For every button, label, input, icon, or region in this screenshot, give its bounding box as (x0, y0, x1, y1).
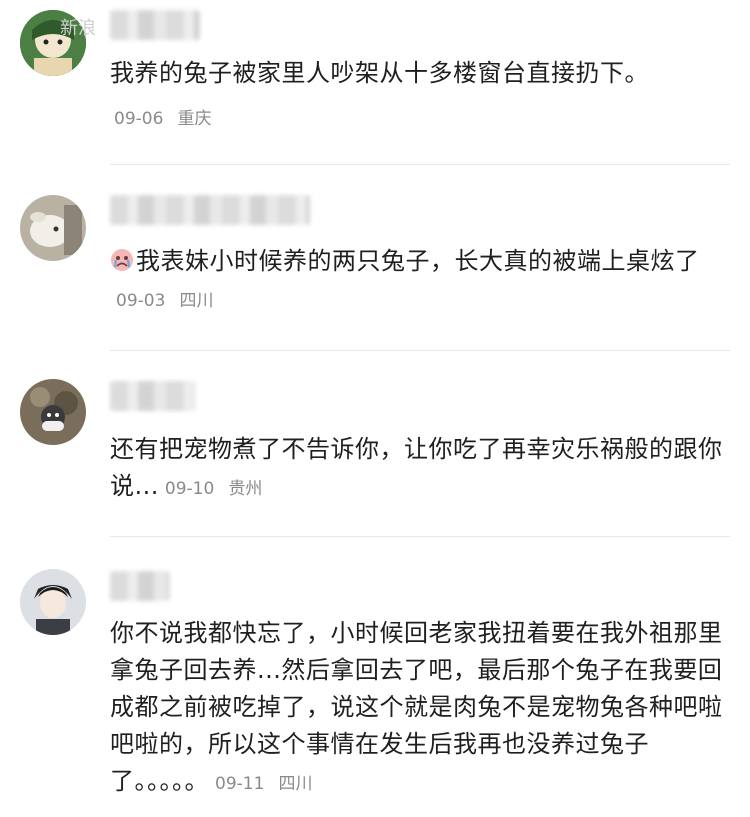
username-blurred[interactable] (110, 195, 310, 225)
watermark-text: 新浪 (60, 18, 96, 39)
comment-date: 09-11 (215, 774, 265, 794)
avatar[interactable] (20, 379, 86, 445)
comment-meta: 09-06 重庆 (110, 98, 730, 138)
comment-location: 贵州 (228, 479, 263, 499)
comment-item: 我表妹小时候养的两只兔子，长大真的被端上桌炫了 09-03 四川 (0, 165, 750, 351)
comment-text: 我表妹小时候养的两只兔子，长大真的被端上桌炫了 09-03 四川 (110, 243, 730, 320)
comment-location: 四川 (179, 291, 214, 311)
comment-location: 重庆 (177, 109, 212, 129)
comment-date: 09-03 (116, 291, 166, 311)
comment-date: 09-06 (114, 109, 164, 129)
comment-date: 09-10 (164, 479, 215, 499)
username-blurred[interactable] (110, 10, 200, 40)
comment-body: 我养的兔子被家里人吵架从十多楼窗台直接扔下。 (110, 59, 649, 87)
comment-item: 新浪 我养的兔子被家里人吵架从十多楼窗台直接扔下。 09-06 重庆 (0, 0, 750, 165)
comment-text: 我养的兔子被家里人吵架从十多楼窗台直接扔下。 (110, 55, 730, 92)
comment-body: 我表妹小时候养的两只兔子，长大真的被端上桌炫了 (136, 247, 700, 275)
comment-location: 四川 (278, 774, 313, 794)
avatar-image (20, 379, 86, 445)
avatar-image (20, 195, 86, 261)
comment-body: 你不说我都快忘了，小时候回老家我扭着要在我外祖那里拿兔子回去养...然后拿回去了… (110, 619, 723, 795)
comment-item: 你不说我都快忘了，小时候回老家我扭着要在我外祖那里拿兔子回去养...然后拿回去了… (0, 537, 750, 817)
crying-face-icon (110, 246, 134, 271)
comment-text: 你不说我都快忘了，小时候回老家我扭着要在我外祖那里拿兔子回去养...然后拿回去了… (110, 615, 730, 803)
username-blurred[interactable] (110, 381, 195, 411)
avatar[interactable] (20, 569, 86, 635)
avatar[interactable] (20, 195, 86, 261)
comment-text: 还有把宠物煮了不告诉你，让你吃了再幸灾乐祸般的跟你说... 09-10 贵州 (110, 431, 730, 508)
comment-item: 还有把宠物煮了不告诉你，让你吃了再幸灾乐祸般的跟你说... 09-10 贵州 (0, 351, 750, 537)
username-blurred[interactable] (110, 571, 170, 601)
avatar-image (20, 569, 86, 635)
